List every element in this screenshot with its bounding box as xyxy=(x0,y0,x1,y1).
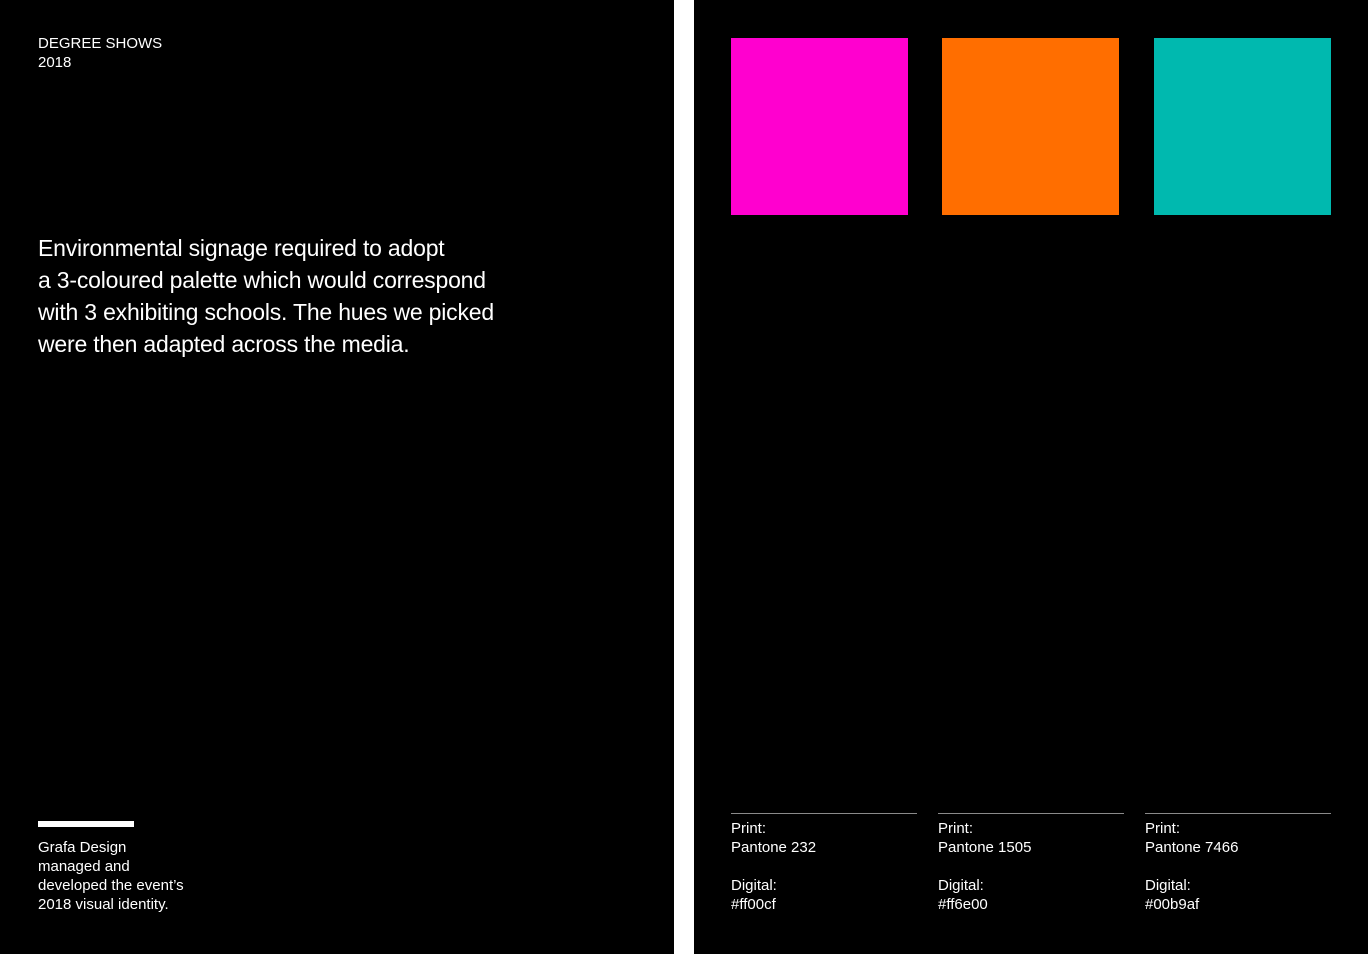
print-label: Print: xyxy=(731,820,767,837)
color-swatch-orange xyxy=(942,38,1119,215)
color-swatch-teal xyxy=(1154,38,1331,215)
lead-line: a 3-coloured palette which would corresp… xyxy=(38,267,486,293)
color-spec-teal: Print: Pantone 7466 Digital: #00b9af xyxy=(1145,813,1331,914)
color-swatch-magenta xyxy=(731,38,908,215)
right-page: Print: Pantone 232 Digital: #ff00cf Prin… xyxy=(694,0,1368,954)
digital-value: #ff00cf xyxy=(731,896,776,913)
accent-rule xyxy=(38,821,134,827)
credit-text: Grafa Design managed and developed the e… xyxy=(38,838,238,914)
color-spec-magenta: Print: Pantone 232 Digital: #ff00cf xyxy=(731,813,917,914)
print-label: Print: xyxy=(1145,820,1181,837)
credit-line: developed the event’s xyxy=(38,877,184,894)
lead-line: with 3 exhibiting schools. The hues we p… xyxy=(38,299,494,325)
digital-value: #00b9af xyxy=(1145,896,1200,913)
digital-label: Digital: xyxy=(731,877,777,894)
credit-line: 2018 visual identity. xyxy=(38,896,169,913)
header-year: 2018 xyxy=(38,54,72,71)
digital-label: Digital: xyxy=(938,877,984,894)
print-value: Pantone 7466 xyxy=(1145,839,1239,856)
color-spec-orange: Print: Pantone 1505 Digital: #ff6e00 xyxy=(938,813,1124,914)
credit-line: Grafa Design xyxy=(38,839,127,856)
print-value: Pantone 1505 xyxy=(938,839,1032,856)
lead-line: were then adapted across the media. xyxy=(38,331,410,357)
digital-value: #ff6e00 xyxy=(938,896,988,913)
header-title: DEGREE SHOWS xyxy=(38,35,163,52)
print-label: Print: xyxy=(938,820,974,837)
left-page: DEGREE SHOWS 2018 Environmental signage … xyxy=(0,0,674,954)
digital-label: Digital: xyxy=(1145,877,1191,894)
credit-line: managed and xyxy=(38,858,130,875)
print-value: Pantone 232 xyxy=(731,839,817,856)
lead-paragraph: Environmental signage required to adopt … xyxy=(38,232,538,360)
page-header: DEGREE SHOWS 2018 xyxy=(38,34,162,72)
lead-line: Environmental signage required to adopt xyxy=(38,235,445,261)
